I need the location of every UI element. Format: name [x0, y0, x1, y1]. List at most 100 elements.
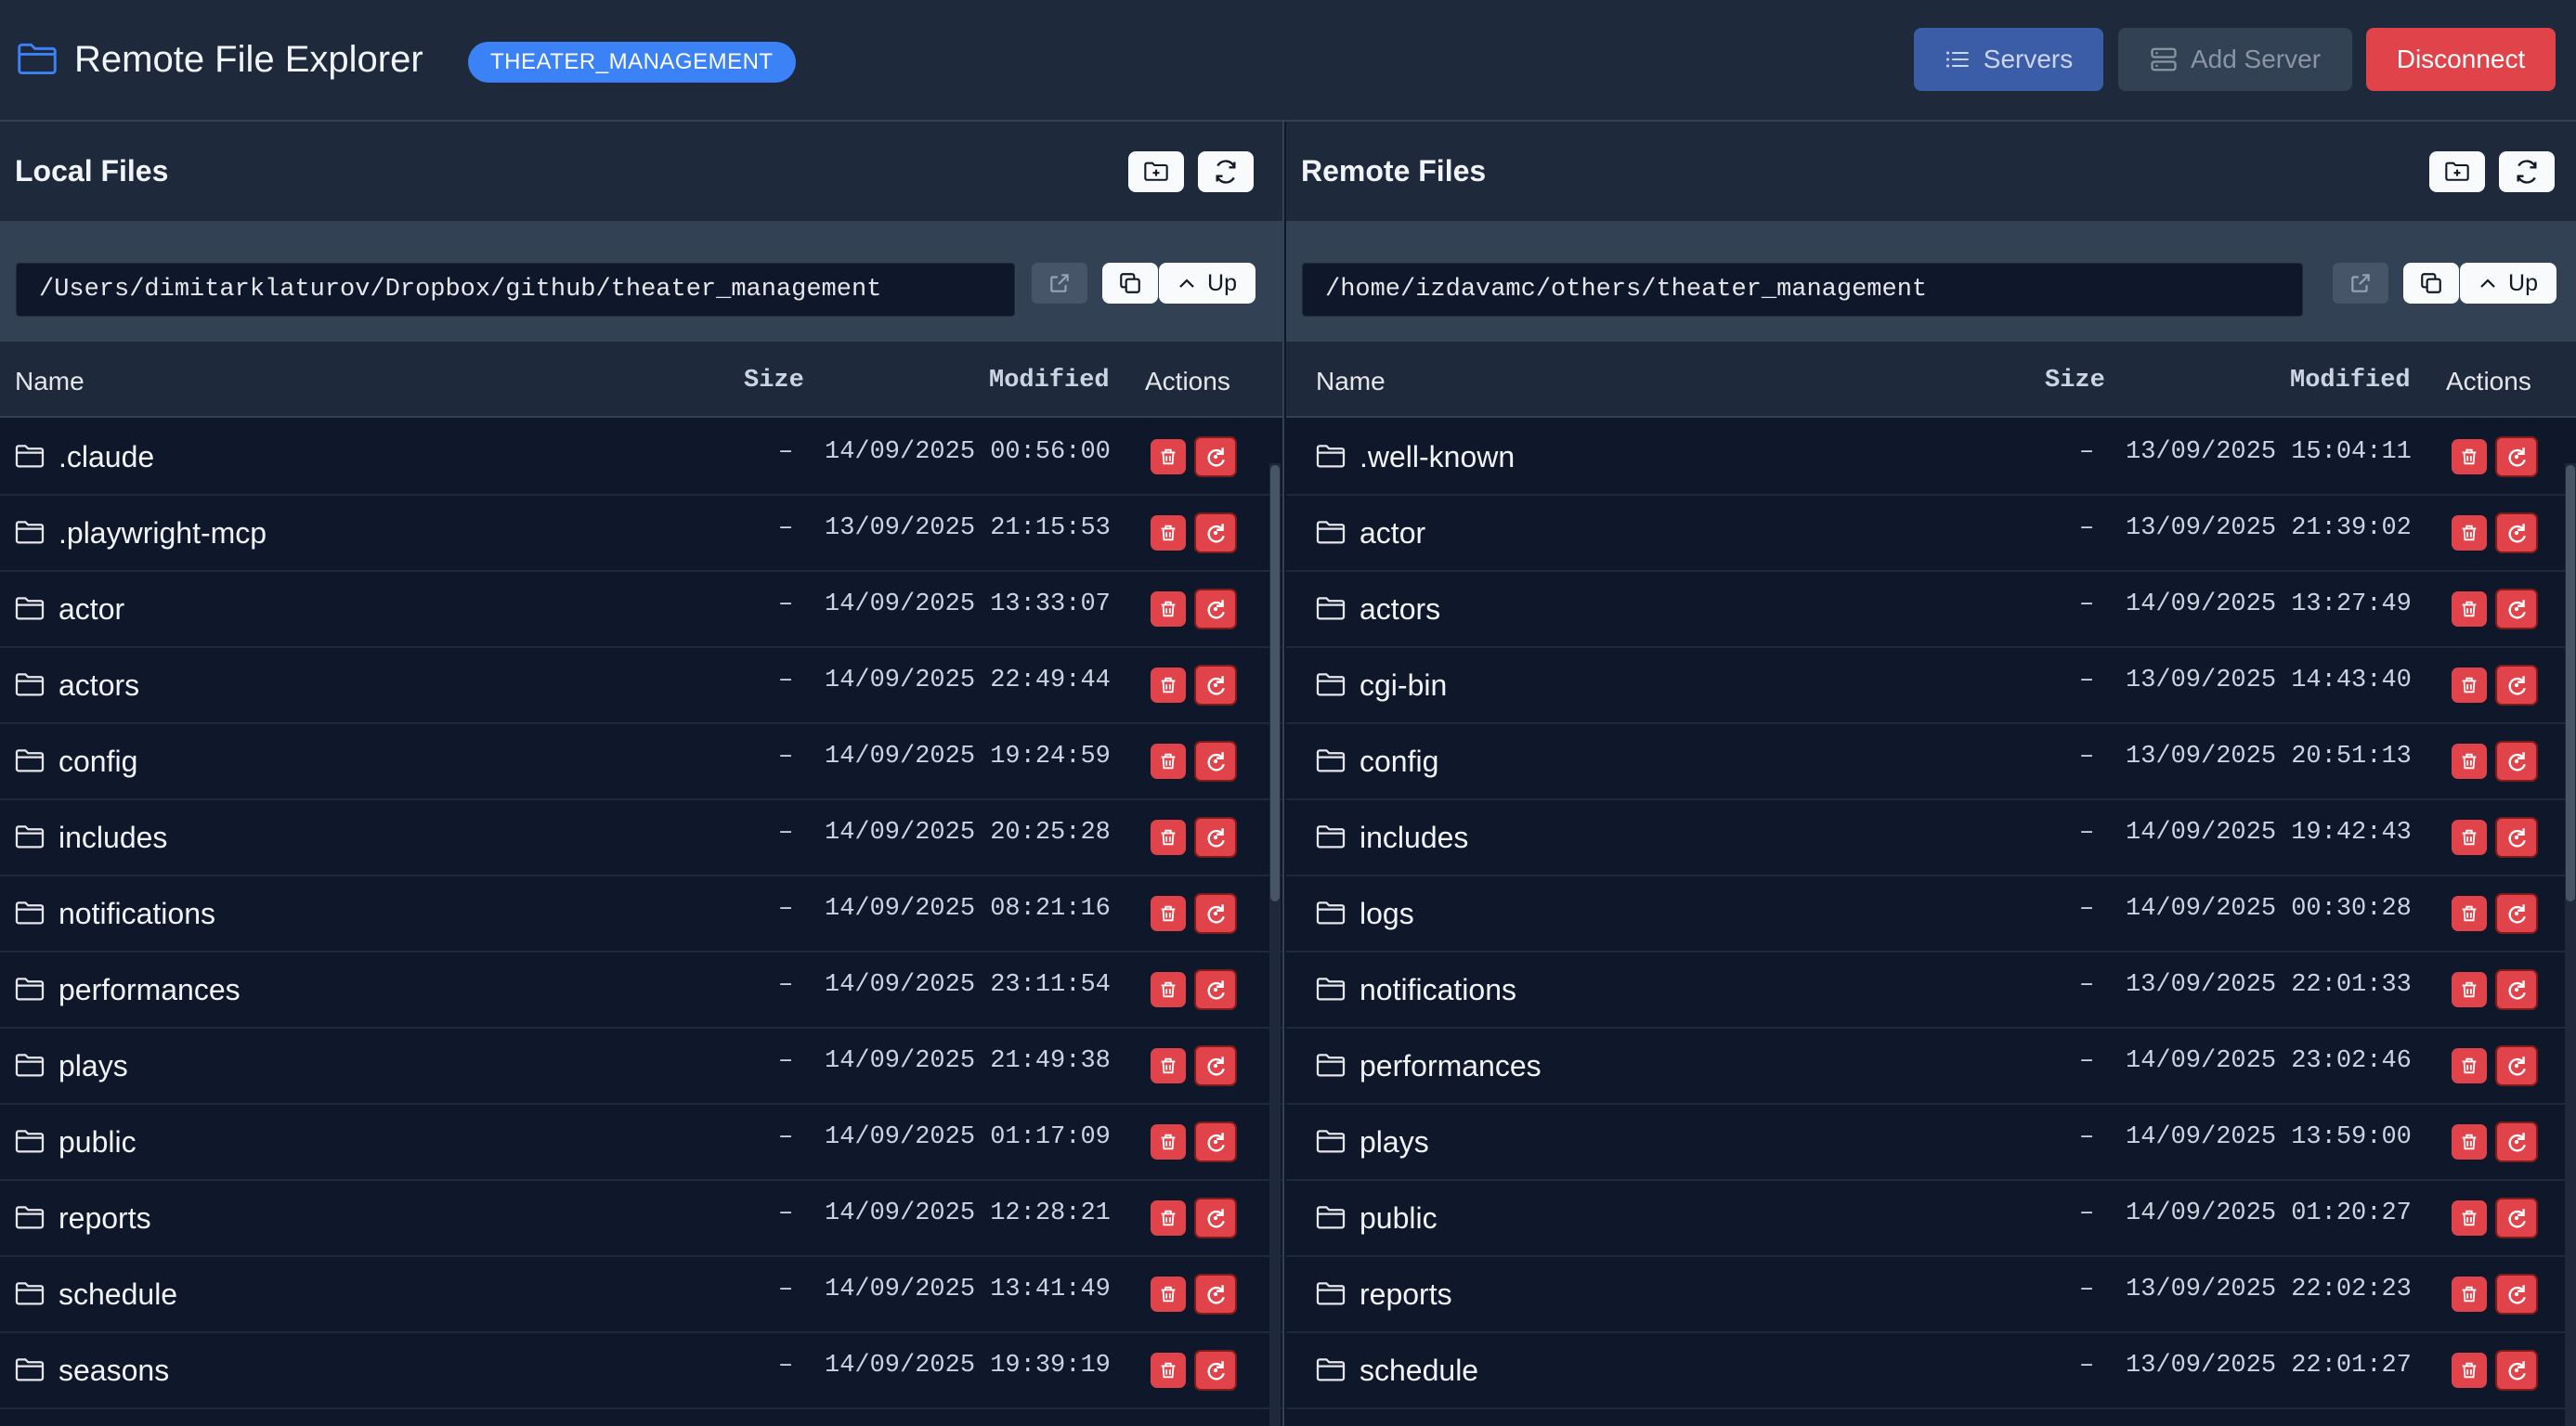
file-name[interactable]: .well-known: [1360, 440, 1515, 474]
column-modified[interactable]: Modified: [2290, 367, 2411, 395]
table-row[interactable]: notifications – 13/09/2025 22:01:33: [1286, 953, 2576, 1029]
sync-button[interactable]: [2495, 741, 2538, 782]
table-row[interactable]: cgi-bin – 13/09/2025 14:43:40: [1286, 648, 2576, 724]
file-name[interactable]: config: [59, 745, 137, 779]
delete-button[interactable]: [1151, 1048, 1186, 1083]
table-row[interactable]: .claude – 14/09/2025 00:56:00: [0, 420, 1282, 496]
sync-button[interactable]: [1194, 1274, 1237, 1315]
sync-button[interactable]: [2495, 969, 2538, 1010]
remote-refresh-button[interactable]: [2499, 151, 2555, 192]
delete-button[interactable]: [1151, 439, 1186, 474]
delete-button[interactable]: [1151, 896, 1186, 931]
remote-path-input[interactable]: /home/izdavamc/others/theater_management: [1302, 263, 2303, 317]
sync-button[interactable]: [1194, 1045, 1237, 1086]
table-row[interactable]: logs – 14/09/2025 00:30:28: [1286, 876, 2576, 953]
sync-button[interactable]: [2495, 817, 2538, 858]
delete-button[interactable]: [1151, 1277, 1186, 1312]
table-row[interactable]: seasons – 14/09/2025 19:39:19: [0, 1333, 1282, 1409]
file-name[interactable]: cgi-bin: [1360, 668, 1447, 703]
sync-button[interactable]: [1194, 1121, 1237, 1162]
table-row[interactable]: schedule – 13/09/2025 22:01:27: [1286, 1333, 2576, 1409]
delete-button[interactable]: [1151, 515, 1186, 551]
file-name[interactable]: config: [1360, 745, 1438, 779]
file-name[interactable]: seasons: [59, 1354, 169, 1388]
table-row[interactable]: performances – 14/09/2025 23:11:54: [0, 953, 1282, 1029]
file-name[interactable]: notifications: [1360, 973, 1516, 1007]
column-size[interactable]: Size: [744, 367, 804, 395]
delete-button[interactable]: [2452, 820, 2487, 855]
delete-button[interactable]: [1151, 668, 1186, 703]
local-up-button[interactable]: Up: [1159, 263, 1255, 304]
table-row[interactable]: notifications – 14/09/2025 08:21:16: [0, 876, 1282, 953]
table-row[interactable]: plays – 14/09/2025 13:59:00: [1286, 1105, 2576, 1181]
sync-button[interactable]: [1194, 512, 1237, 553]
file-name[interactable]: plays: [1360, 1125, 1429, 1160]
remote-scrollbar-thumb[interactable]: [2566, 465, 2575, 901]
delete-button[interactable]: [1151, 820, 1186, 855]
remote-scrollbar[interactable]: [2565, 463, 2576, 1426]
sync-button[interactable]: [1194, 741, 1237, 782]
delete-button[interactable]: [1151, 1124, 1186, 1160]
file-name[interactable]: logs: [1360, 897, 1414, 931]
file-name[interactable]: notifications: [59, 897, 215, 931]
table-row[interactable]: actor – 14/09/2025 13:33:07: [0, 572, 1282, 648]
local-refresh-button[interactable]: [1198, 151, 1254, 192]
table-row[interactable]: reports – 14/09/2025 12:28:21: [0, 1181, 1282, 1257]
file-name[interactable]: includes: [1360, 821, 1468, 855]
file-name[interactable]: plays: [59, 1049, 128, 1083]
file-name[interactable]: performances: [59, 973, 241, 1007]
sync-button[interactable]: [1194, 1198, 1237, 1238]
delete-button[interactable]: [2452, 896, 2487, 931]
local-path-input[interactable]: /Users/dimitarklaturov/Dropbox/github/th…: [16, 263, 1015, 317]
local-new-folder-button[interactable]: [1128, 151, 1184, 192]
sync-button[interactable]: [2495, 1274, 2538, 1315]
file-name[interactable]: includes: [59, 821, 167, 855]
file-name[interactable]: public: [1360, 1201, 1438, 1236]
sync-button[interactable]: [2495, 512, 2538, 553]
remote-new-folder-button[interactable]: [2429, 151, 2485, 192]
delete-button[interactable]: [2452, 591, 2487, 627]
file-name[interactable]: actor: [59, 592, 124, 627]
file-name[interactable]: schedule: [59, 1277, 177, 1312]
delete-button[interactable]: [2452, 1277, 2487, 1312]
remote-copy-path-button[interactable]: [2403, 263, 2459, 304]
sync-button[interactable]: [1194, 817, 1237, 858]
file-name[interactable]: actors: [59, 668, 139, 703]
file-name[interactable]: public: [59, 1125, 137, 1160]
sync-button[interactable]: [2495, 1121, 2538, 1162]
delete-button[interactable]: [2452, 668, 2487, 703]
delete-button[interactable]: [2452, 972, 2487, 1007]
sync-button[interactable]: [2495, 893, 2538, 934]
delete-button[interactable]: [1151, 591, 1186, 627]
delete-button[interactable]: [2452, 1124, 2487, 1160]
sync-button[interactable]: [1194, 665, 1237, 706]
local-open-external-button[interactable]: [1032, 263, 1087, 304]
local-scrollbar[interactable]: [1269, 463, 1281, 1426]
remote-open-external-button[interactable]: [2333, 263, 2388, 304]
table-row[interactable]: schedule – 14/09/2025 13:41:49: [0, 1257, 1282, 1333]
column-name[interactable]: Name: [1316, 367, 1386, 396]
delete-button[interactable]: [2452, 439, 2487, 474]
table-row[interactable]: .well-known – 13/09/2025 15:04:11: [1286, 420, 2576, 496]
file-name[interactable]: actors: [1360, 592, 1440, 627]
file-name[interactable]: schedule: [1360, 1354, 1478, 1388]
table-row[interactable]: reports – 13/09/2025 22:02:23: [1286, 1257, 2576, 1333]
table-row[interactable]: .playwright-mcp – 13/09/2025 21:15:53: [0, 496, 1282, 572]
sync-button[interactable]: [2495, 1350, 2538, 1391]
table-row[interactable]: config – 13/09/2025 20:51:13: [1286, 724, 2576, 800]
servers-button[interactable]: Servers: [1914, 28, 2103, 91]
column-size[interactable]: Size: [2045, 367, 2105, 395]
sync-button[interactable]: [1194, 969, 1237, 1010]
file-name[interactable]: .playwright-mcp: [59, 516, 267, 551]
delete-button[interactable]: [1151, 1200, 1186, 1236]
table-row[interactable]: includes – 14/09/2025 19:42:43: [1286, 800, 2576, 876]
local-copy-path-button[interactable]: [1102, 263, 1158, 304]
table-row[interactable]: plays – 14/09/2025 21:49:38: [0, 1029, 1282, 1105]
sync-button[interactable]: [2495, 665, 2538, 706]
sync-button[interactable]: [2495, 436, 2538, 477]
delete-button[interactable]: [1151, 744, 1186, 779]
delete-button[interactable]: [2452, 1353, 2487, 1388]
add-server-button[interactable]: Add Server: [2118, 28, 2352, 91]
file-name[interactable]: reports: [1360, 1277, 1452, 1312]
delete-button[interactable]: [1151, 972, 1186, 1007]
